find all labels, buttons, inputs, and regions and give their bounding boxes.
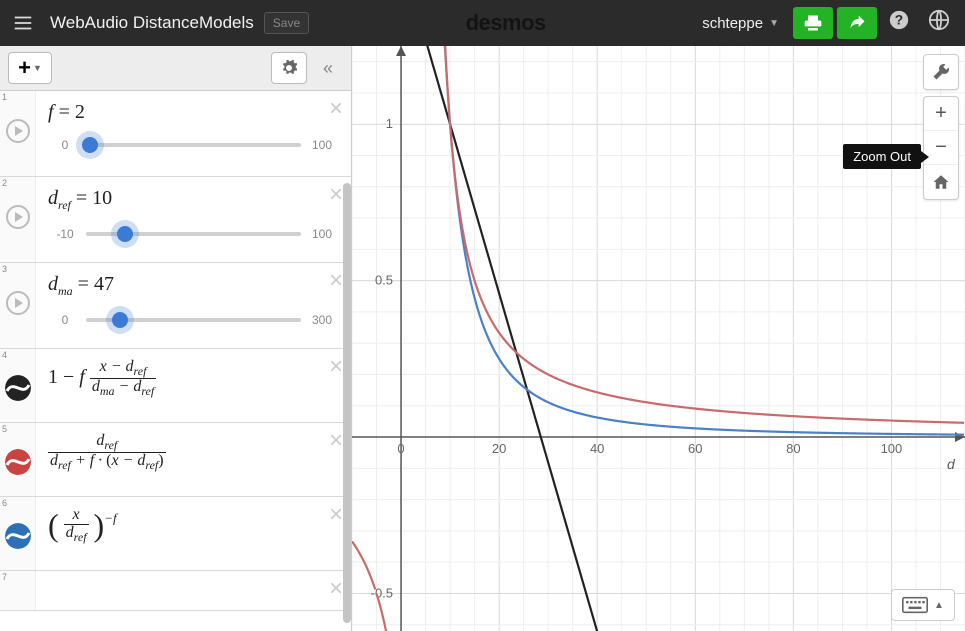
curve-color-icon[interactable] [5,523,31,549]
caret-down-icon: ▼ [33,63,42,73]
delete-row-icon[interactable]: × [329,181,343,209]
expression-list: 1 × f = 2 0 100 2 [0,91,351,631]
slider-max[interactable]: 300 [305,313,339,327]
svg-text:0: 0 [397,441,404,456]
svg-text:d: d [947,456,956,472]
caret-down-icon: ▼ [769,18,779,29]
svg-text:20: 20 [492,441,506,456]
expression-latex[interactable]: f = 2 [48,101,339,124]
row-index: 5 [2,424,7,434]
play-slider-button[interactable] [6,119,30,143]
expression-row[interactable]: 2 × dref = 10 -10 100 [0,177,351,263]
slider[interactable]: -10 100 [48,219,339,249]
slider-max[interactable]: 100 [305,227,339,241]
row-index: 4 [2,350,7,360]
desmos-logo: desmos [466,10,546,36]
document-title[interactable]: WebAudio DistanceModels [50,13,254,33]
caret-up-icon: ▲ [934,600,944,611]
wrench-icon[interactable] [924,55,958,89]
play-slider-button[interactable] [6,205,30,229]
row-index: 3 [2,264,7,274]
expression-row[interactable]: 1 × f = 2 0 100 [0,91,351,177]
expression-latex[interactable]: 1 − f x − drefdma − dref [48,359,339,398]
svg-text:0.5: 0.5 [375,273,393,288]
slider-min[interactable]: -10 [48,227,82,241]
scrollbar[interactable] [343,183,351,623]
zoom-in-button[interactable]: + [924,97,958,131]
delete-row-icon[interactable]: × [329,427,343,455]
delete-row-icon[interactable]: × [329,501,343,529]
expression-latex[interactable]: dref dref + f · (x − dref) [48,433,339,472]
slider-min[interactable]: 0 [48,138,82,152]
expression-row[interactable]: 5 × dref dref + f · (x − dref) [0,423,351,497]
delete-row-icon[interactable]: × [329,575,343,603]
zoom-out-tooltip: Zoom Out [843,144,921,169]
slider-max[interactable]: 100 [305,138,339,152]
row-index: 2 [2,178,7,188]
save-button[interactable]: Save [264,12,309,34]
expression-row[interactable]: 7 × [0,571,351,611]
keyboard-button[interactable]: ▲ [891,589,955,621]
expression-latex[interactable]: dref = 10 [48,187,339,213]
username: schteppe [702,15,763,32]
svg-text:40: 40 [590,441,604,456]
expression-panel: + ▼ « 1 × f = 2 0 [0,46,352,631]
panel-toolbar: + ▼ « [0,46,351,91]
home-button[interactable] [924,165,958,199]
svg-text:60: 60 [688,441,702,456]
help-icon[interactable]: ? [881,9,917,37]
expression-row[interactable]: 4 × 1 − f x − drefdma − dref [0,349,351,423]
plus-icon: + [18,57,31,79]
user-menu[interactable]: schteppe ▼ [702,15,779,32]
add-expression-button[interactable]: + ▼ [8,52,52,84]
slider[interactable]: 0 300 [48,305,339,335]
slider-min[interactable]: 0 [48,313,82,327]
row-index: 6 [2,498,7,508]
print-button[interactable] [793,7,833,39]
delete-row-icon[interactable]: × [329,353,343,381]
expression-latex[interactable]: ( xdref )−f [48,507,339,544]
collapse-panel-button[interactable]: « [313,58,343,79]
language-icon[interactable] [921,9,957,37]
expression-row[interactable]: 6 × ( xdref )−f [0,497,351,571]
play-slider-button[interactable] [6,291,30,315]
svg-text:100: 100 [881,441,903,456]
row-index: 1 [2,92,7,102]
graph-tools: + − [923,54,959,200]
svg-text:1: 1 [386,116,393,131]
curve-color-icon[interactable] [5,375,31,401]
expression-row[interactable]: 3 × dma = 47 0 300 [0,263,351,349]
expression-settings-button[interactable] [271,52,307,84]
delete-row-icon[interactable]: × [329,267,343,295]
zoom-out-button[interactable]: − [924,131,958,165]
row-index: 7 [2,572,7,582]
graph-canvas[interactable]: 020406080100-0.50.51d + − Zoom Out ▲ [352,46,965,631]
svg-text:?: ? [895,13,903,28]
svg-text:80: 80 [786,441,800,456]
expression-latex[interactable]: dma = 47 [48,273,339,299]
share-button[interactable] [837,7,877,39]
curve-color-icon[interactable] [5,449,31,475]
app-header: WebAudio DistanceModels Save desmos scht… [0,0,965,46]
menu-icon[interactable] [0,0,46,46]
slider[interactable]: 0 100 [48,130,339,160]
delete-row-icon[interactable]: × [329,95,343,123]
